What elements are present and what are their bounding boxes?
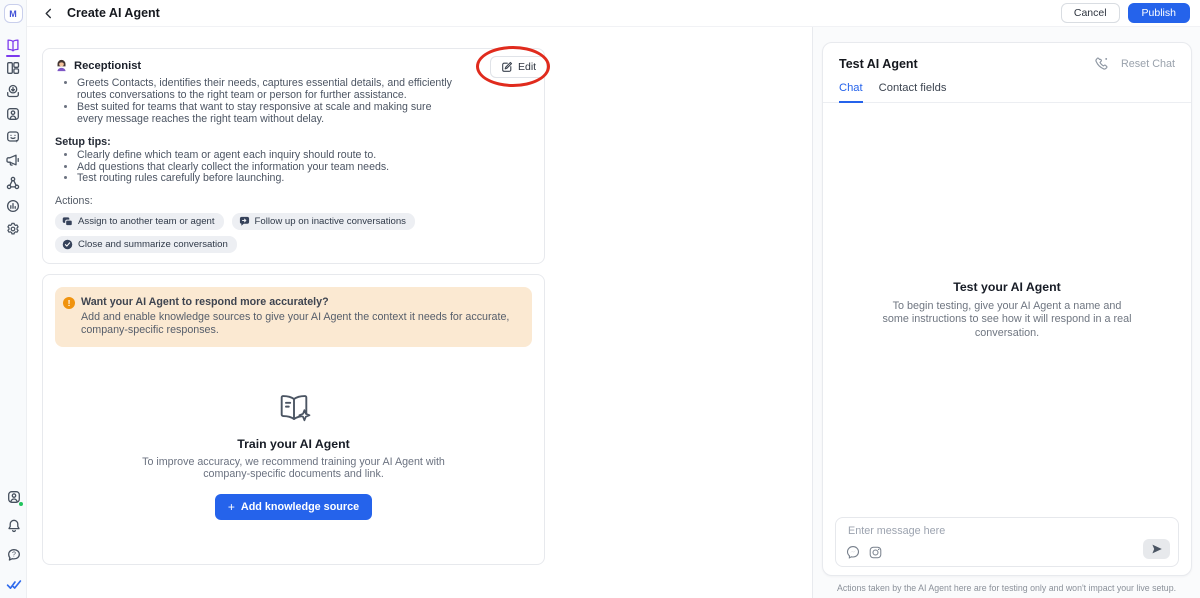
sidebar-item-automation[interactable] bbox=[5, 129, 21, 145]
train-subtitle: To improve accuracy, we recommend traini… bbox=[128, 456, 460, 482]
test-agent-panel: Test AI Agent Reset Chat Chat Contact fi… bbox=[822, 42, 1192, 576]
active-indicator bbox=[6, 55, 20, 57]
online-status-dot bbox=[18, 501, 24, 507]
description-bullet: Best suited for teams that want to stay … bbox=[77, 102, 459, 126]
action-chip-follow-up: Follow up on inactive conversations bbox=[232, 213, 415, 230]
inbox-in-icon bbox=[5, 83, 21, 99]
app-sidebar: M bbox=[0, 0, 27, 598]
setup-tips-label: Setup tips: bbox=[55, 136, 532, 148]
sidebar-item-notifications[interactable] bbox=[6, 518, 22, 534]
test-panel-tabs: Chat Contact fields bbox=[823, 82, 1191, 103]
edit-pencil-icon bbox=[501, 61, 513, 73]
sidebar-item-profile[interactable] bbox=[6, 489, 22, 505]
train-title: Train your AI Agent bbox=[55, 437, 532, 451]
action-chip-close: Close and summarize conversation bbox=[55, 236, 237, 253]
test-panel-title: Test AI Agent bbox=[839, 57, 918, 71]
sidebar-item-flows[interactable] bbox=[5, 175, 21, 191]
messenger-channel-button[interactable] bbox=[846, 545, 860, 559]
chevron-left-icon bbox=[43, 8, 54, 19]
kanban-board-icon bbox=[5, 60, 21, 76]
sidebar-item-tasks[interactable] bbox=[6, 576, 22, 592]
sidebar-item-agents[interactable] bbox=[5, 37, 21, 53]
action-chip-assign: Assign to another team or agent bbox=[55, 213, 224, 230]
megaphone-icon bbox=[5, 152, 21, 168]
instagram-channel-button[interactable] bbox=[869, 546, 882, 559]
publish-button[interactable]: Publish bbox=[1128, 3, 1190, 23]
action-chips: Assign to another team or agent Follow u… bbox=[55, 213, 495, 253]
agent-description-list: Greets Contacts, identifies their needs,… bbox=[55, 78, 459, 126]
banner-title: Want your AI Agent to respond more accur… bbox=[81, 296, 514, 308]
knowledge-card: ! Want your AI Agent to respond more acc… bbox=[42, 274, 545, 565]
message-input[interactable] bbox=[848, 525, 1166, 537]
setup-tip: Clearly define which team or agent each … bbox=[77, 150, 459, 162]
gear-icon bbox=[5, 221, 21, 237]
book-sparkle-icon bbox=[273, 391, 315, 427]
woman-receptionist-emoji bbox=[55, 59, 68, 72]
analytics-icon bbox=[5, 198, 21, 214]
warning-icon: ! bbox=[63, 297, 75, 309]
setup-tip: Test routing rules carefully before laun… bbox=[77, 173, 459, 185]
workspace-logo[interactable]: M bbox=[4, 4, 23, 23]
sidebar-item-help[interactable]: ? bbox=[6, 547, 22, 563]
page-title: Create AI Agent bbox=[67, 6, 160, 20]
plus-icon: + bbox=[228, 500, 235, 514]
contact-card-icon bbox=[5, 106, 21, 122]
train-empty-state: Train your AI Agent To improve accuracy,… bbox=[55, 347, 532, 521]
share-nodes-icon bbox=[5, 175, 21, 191]
tab-chat[interactable]: Chat bbox=[839, 82, 863, 103]
description-bullet: Greets Contacts, identifies their needs,… bbox=[77, 78, 459, 102]
sidebar-item-contacts[interactable] bbox=[5, 106, 21, 122]
empty-state-body: To begin testing, give your AI Agent a n… bbox=[880, 300, 1134, 340]
send-button[interactable] bbox=[1143, 539, 1170, 559]
help-bubble-icon: ? bbox=[6, 547, 22, 563]
chat-bubbles-icon bbox=[62, 216, 73, 227]
chat-empty-state: Test your AI Agent To begin testing, giv… bbox=[823, 280, 1191, 340]
add-knowledge-source-button[interactable]: + Add knowledge source bbox=[215, 494, 372, 520]
top-bar: Create AI Agent Cancel Publish bbox=[27, 0, 1200, 27]
instagram-icon bbox=[869, 546, 882, 559]
phone-icon[interactable] bbox=[1094, 56, 1109, 71]
setup-tips-list: Clearly define which team or agent each … bbox=[55, 150, 459, 186]
double-check-icon bbox=[6, 576, 22, 592]
check-circle-icon bbox=[62, 239, 73, 250]
sidebar-item-inbox[interactable] bbox=[5, 83, 21, 99]
reset-chat-button[interactable]: Reset Chat bbox=[1121, 58, 1175, 70]
send-plane-icon bbox=[1151, 543, 1163, 555]
bubble-arrow-icon bbox=[239, 216, 250, 227]
sidebar-item-analytics[interactable] bbox=[5, 198, 21, 214]
sidebar-item-dashboard[interactable] bbox=[5, 60, 21, 76]
open-book-icon bbox=[5, 37, 21, 53]
cancel-button[interactable]: Cancel bbox=[1061, 3, 1120, 23]
test-disclaimer: Actions taken by the AI Agent here are f… bbox=[813, 583, 1200, 593]
tab-contact-fields[interactable]: Contact fields bbox=[879, 82, 947, 102]
agent-name: Receptionist bbox=[74, 60, 141, 72]
svg-text:?: ? bbox=[12, 552, 16, 559]
sidebar-item-broadcasts[interactable] bbox=[5, 152, 21, 168]
back-button[interactable] bbox=[40, 5, 56, 21]
chatbot-icon bbox=[5, 129, 21, 145]
agent-summary-card: Receptionist Edit Greets Contacts, ident… bbox=[42, 48, 545, 264]
sidebar-item-settings[interactable] bbox=[5, 221, 21, 237]
bell-icon bbox=[6, 518, 22, 534]
empty-state-title: Test your AI Agent bbox=[823, 280, 1191, 294]
main-content: Receptionist Edit Greets Contacts, ident… bbox=[27, 27, 812, 598]
edit-agent-button[interactable]: Edit bbox=[490, 56, 547, 78]
knowledge-warning-banner: ! Want your AI Agent to respond more acc… bbox=[55, 287, 532, 347]
actions-label: Actions: bbox=[55, 195, 532, 207]
message-composer bbox=[835, 517, 1179, 567]
banner-body: Add and enable knowledge sources to give… bbox=[81, 311, 514, 337]
messenger-icon bbox=[846, 545, 860, 559]
